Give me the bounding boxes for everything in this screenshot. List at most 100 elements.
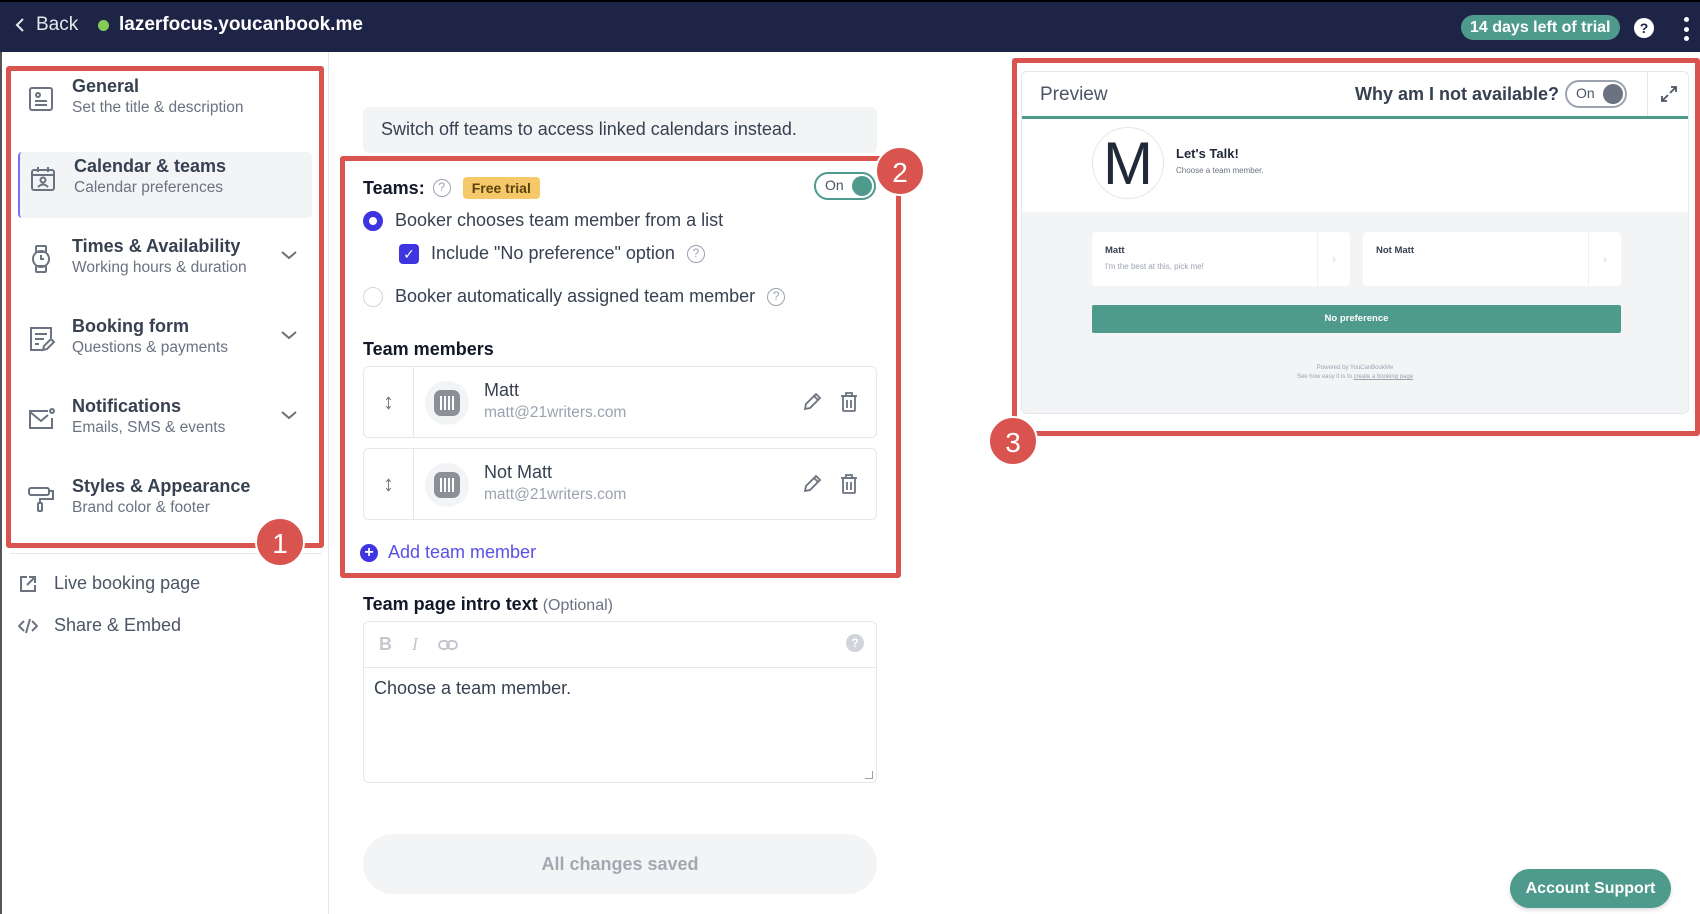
toggle-label: On <box>1576 85 1595 101</box>
why-unavailable-label: Why am I not available? <box>1355 84 1560 104</box>
pencil-icon[interactable] <box>801 391 823 413</box>
chevron-down-icon[interactable] <box>280 329 298 341</box>
create-booking-page-link[interactable]: create a booking page <box>1354 374 1413 380</box>
checkbox-checked-icon[interactable]: ✓ <box>399 243 419 264</box>
sidebar-item-booking-form[interactable]: Booking form Questions & payments <box>18 312 312 378</box>
preview-page-title: Let's Talk! <box>1176 146 1239 161</box>
drag-handle-icon[interactable]: ↕ <box>364 449 414 519</box>
annotation-badge-1: 1 <box>255 517 305 567</box>
back-button[interactable]: Back <box>14 14 78 36</box>
link-icon[interactable] <box>438 639 458 651</box>
intro-text-editor[interactable]: B I ? Choose a team member. <box>363 621 877 783</box>
site-name: lazerfocus.youcanbook.me <box>98 14 363 36</box>
chevron-down-icon[interactable] <box>280 249 298 261</box>
editor-toolbar: B I <box>364 622 876 668</box>
add-team-member-button[interactable]: + Add team member <box>360 542 536 563</box>
share-embed-link[interactable]: Share & Embed <box>18 615 181 636</box>
editor-help-icon[interactable]: ? <box>846 634 864 652</box>
sidebar-item-notifications[interactable]: Notifications Emails, SMS & events <box>18 392 312 458</box>
chevron-right-icon: › <box>1317 232 1350 286</box>
link-label: Live booking page <box>54 573 201 593</box>
preview-member-card[interactable]: Matt I'm the best at this, pick me! › <box>1092 232 1350 286</box>
italic-button[interactable]: I <box>412 634 418 655</box>
preview-panel: Preview Why am I not available? On M Let… <box>1021 71 1689 414</box>
sidebar-item-title: Booking form <box>72 316 189 336</box>
sidebar-item-subtitle: Calendar preferences <box>74 179 224 196</box>
intro-text-label: Team page intro text (Optional) <box>363 594 613 615</box>
external-link-icon <box>20 575 36 592</box>
calendar-user-icon <box>31 167 55 191</box>
more-menu-icon[interactable] <box>1683 17 1689 41</box>
sidebar-item-title: Styles & Appearance <box>72 476 251 496</box>
preview-page-subtitle: Choose a team member. <box>1176 166 1264 175</box>
radio-unselected-icon[interactable] <box>363 286 383 307</box>
plus-circle-icon: + <box>360 543 378 562</box>
site-name-label: lazerfocus.youcanbook.me <box>119 14 363 35</box>
help-icon[interactable]: ? <box>1634 18 1654 38</box>
trial-badge[interactable]: 14 days left of trial <box>1461 15 1620 40</box>
member-name: Matt <box>484 380 520 400</box>
option-label: Booker chooses team member from a list <box>395 210 724 230</box>
code-icon <box>18 618 38 633</box>
sidebar-item-subtitle: Brand color & footer <box>72 499 210 516</box>
option-label: Include "No preference" option <box>431 243 675 263</box>
drag-handle-icon[interactable]: ↕ <box>364 367 414 437</box>
team-members-title: Team members <box>363 339 494 359</box>
intro-text-content[interactable]: Choose a team member. <box>364 668 876 709</box>
option-list-choice[interactable]: Booker chooses team member from a list <box>363 210 723 231</box>
bold-button[interactable]: B <box>379 634 392 655</box>
pencil-icon[interactable] <box>801 473 823 495</box>
question-icon[interactable]: ? <box>686 244 705 263</box>
why-unavailable-toggle[interactable]: On <box>1565 80 1627 108</box>
option-no-preference[interactable]: ✓ Include "No preference" option ? <box>399 243 705 264</box>
sidebar-item-subtitle: Emails, SMS & events <box>72 419 226 436</box>
radio-selected-icon[interactable] <box>363 210 383 231</box>
trash-icon[interactable] <box>839 473 859 495</box>
preview-hero: M Let's Talk! Choose a team member. <box>1022 119 1688 209</box>
annotation-badge-2: 2 <box>875 146 925 196</box>
sidebar-item-title: General <box>72 76 140 96</box>
paint-roller-icon <box>28 487 54 512</box>
save-status-button: All changes saved <box>363 834 877 894</box>
question-icon[interactable]: ? <box>767 287 786 306</box>
question-icon[interactable]: ? <box>432 179 451 197</box>
link-label: Share & Embed <box>54 615 182 635</box>
member-avatar <box>425 381 469 425</box>
live-booking-page-link[interactable]: Live booking page <box>18 573 200 594</box>
account-support-button[interactable]: Account Support <box>1510 869 1671 908</box>
powered-by-text: Powered by YouCanBookMe <box>1316 365 1394 371</box>
chevron-down-icon[interactable] <box>280 409 298 421</box>
footer-line: See how easy it is to create a booking p… <box>1022 373 1688 382</box>
top-bar: Back lazerfocus.youcanbook.me 14 days le… <box>0 0 1700 52</box>
no-preference-button[interactable]: No preference <box>1092 305 1621 333</box>
sidebar-item-subtitle: Set the title & description <box>72 99 244 116</box>
member-name: Not Matt <box>484 462 553 482</box>
trash-icon[interactable] <box>839 391 859 413</box>
preview-member-card[interactable]: Not Matt › <box>1363 232 1621 286</box>
member-email: matt@21writers.com <box>484 486 627 503</box>
team-member-row: ↕ Matt matt@21writers.com <box>363 366 877 438</box>
back-label: Back <box>36 14 79 35</box>
option-label: Booker automatically assigned team membe… <box>395 286 756 306</box>
team-member-row: ↕ Not Matt matt@21writers.com <box>363 448 877 520</box>
sidebar-item-general[interactable]: General Set the title & description <box>18 72 312 138</box>
free-trial-badge: Free trial <box>462 177 540 199</box>
sidebar-item-calendar-teams[interactable]: Calendar & teams Calendar preferences <box>18 152 312 218</box>
mail-icon <box>29 408 55 429</box>
form-edit-icon <box>30 327 56 352</box>
sidebar-item-times-availability[interactable]: Times & Availability Working hours & dur… <box>18 232 312 298</box>
chevron-right-icon: › <box>1588 232 1621 286</box>
teams-toggle[interactable]: On <box>814 172 876 200</box>
member-avatar <box>425 463 469 507</box>
toggle-knob <box>1603 84 1623 104</box>
preview-header: Preview Why am I not available? On <box>1022 72 1688 119</box>
resize-handle-icon[interactable] <box>865 771 873 779</box>
teams-notice: Switch off teams to access linked calend… <box>363 107 877 153</box>
toggle-knob <box>852 176 872 196</box>
expand-button[interactable] <box>1647 72 1688 116</box>
teams-label: Teams: <box>363 177 425 198</box>
member-email: matt@21writers.com <box>484 404 627 421</box>
sidebar-item-subtitle: Questions & payments <box>72 339 228 356</box>
preview-logo: M <box>1092 127 1164 199</box>
option-auto-assign[interactable]: Booker automatically assigned team membe… <box>363 286 786 307</box>
